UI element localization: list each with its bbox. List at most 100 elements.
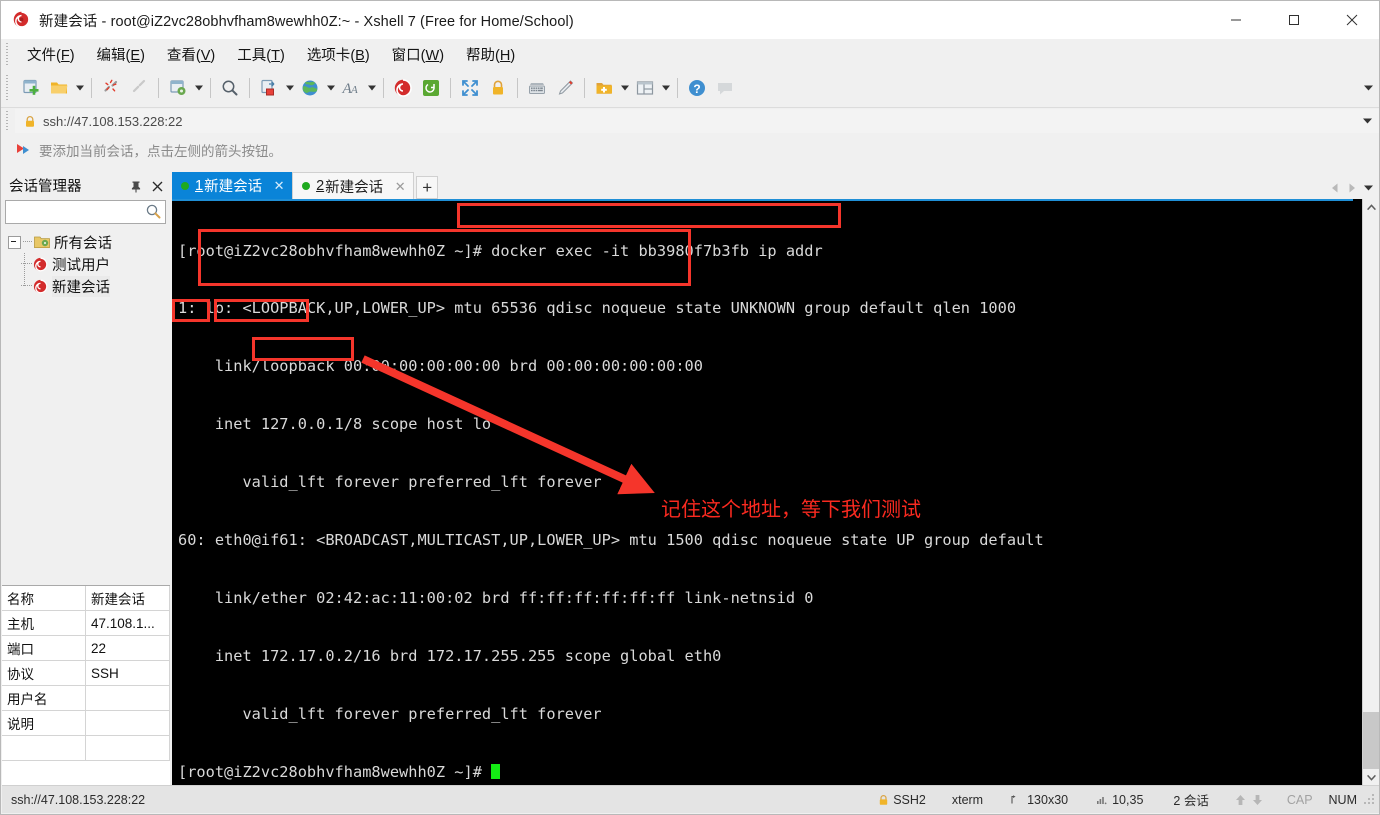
- find-icon[interactable]: [216, 73, 244, 103]
- file-transfer-dropdown-icon[interactable]: [283, 73, 296, 103]
- menu-tools[interactable]: 工具(T): [226, 40, 296, 69]
- close-button[interactable]: [1323, 1, 1379, 39]
- tab-number: 2: [316, 178, 325, 194]
- menu-tabs[interactable]: 选项卡(B): [296, 40, 381, 69]
- prop-key: 端口: [2, 635, 86, 661]
- svg-text:?: ?: [693, 82, 700, 96]
- terminal-line: inet 127.0.0.1/8 scope host lo: [178, 415, 492, 434]
- status-protocol-label: SSH2: [893, 792, 926, 807]
- lock-icon[interactable]: [484, 73, 512, 103]
- maximize-button[interactable]: [1265, 1, 1323, 39]
- tab-scroll-right-icon[interactable]: [1344, 179, 1359, 196]
- search-icon[interactable]: [145, 203, 162, 225]
- xftp-icon[interactable]: [417, 73, 445, 103]
- menu-drag-grip[interactable]: [4, 43, 12, 65]
- address-dropdown-icon[interactable]: [1363, 109, 1372, 133]
- session-properties-icon[interactable]: [164, 73, 192, 103]
- help-icon[interactable]: ?: [683, 73, 711, 103]
- session-search-box[interactable]: [5, 200, 188, 225]
- tab-bar: 1 新建会话 ✕ 2 新建会话 ✕ +: [172, 172, 1379, 199]
- address-field[interactable]: ssh://47.108.153.228:22: [15, 109, 1379, 133]
- status-size-label: 130x30: [1027, 792, 1069, 807]
- prop-value: 22: [85, 635, 170, 661]
- status-connection: ssh://47.108.153.228:22: [11, 792, 146, 807]
- tab-session-2[interactable]: 2 新建会话 ✕: [292, 172, 415, 199]
- close-icon[interactable]: [149, 177, 165, 195]
- file-transfer-icon[interactable]: [255, 73, 283, 103]
- title-bar: 新建会话 - root@iZ2vc28obhvfham8wewhh0Z:~ - …: [1, 1, 1379, 39]
- new-session-icon[interactable]: [17, 73, 45, 103]
- menu-window[interactable]: 窗口(W): [381, 40, 455, 69]
- tree-root-label: 所有会话: [54, 235, 112, 252]
- prop-value: [85, 685, 170, 711]
- add-folder-dropdown-icon[interactable]: [618, 73, 631, 103]
- tab-list-dropdown-icon[interactable]: [1361, 179, 1376, 196]
- window-title: 新建会话 - root@iZ2vc28obhvfham8wewhh0Z:~ - …: [39, 13, 574, 30]
- tab-close-icon[interactable]: ✕: [272, 179, 286, 193]
- tab-number: 1: [195, 177, 204, 194]
- status-protocol: SSH2: [878, 793, 926, 807]
- status-cap: CAP: [1286, 792, 1313, 807]
- terminal-scrollbar[interactable]: [1362, 199, 1379, 786]
- minimize-button[interactable]: [1207, 1, 1265, 39]
- menu-window-key: W: [425, 47, 440, 64]
- tab-close-icon[interactable]: ✕: [393, 179, 407, 193]
- prop-key-empty: [2, 735, 86, 761]
- toolbar-overflow-button[interactable]: [1361, 79, 1375, 97]
- address-bar: ssh://47.108.153.228:22: [1, 108, 1379, 134]
- layout-icon[interactable]: [631, 73, 659, 103]
- reconnect-icon[interactable]: [125, 73, 153, 103]
- menu-tools-key: T: [271, 47, 280, 64]
- status-term-type: xterm: [951, 792, 984, 807]
- comment-icon[interactable]: [711, 73, 739, 103]
- menu-tools-label: 工具: [237, 47, 267, 64]
- terminal-line: valid_lft forever preferred_lft forever: [178, 704, 602, 723]
- scroll-down-icon[interactable]: [1363, 769, 1379, 786]
- menu-help-key: H: [499, 47, 511, 64]
- menu-edit[interactable]: 编辑(E): [86, 40, 156, 69]
- tab-scroll-left-icon[interactable]: [1327, 179, 1342, 196]
- pin-icon[interactable]: [128, 177, 144, 195]
- lock-icon: [24, 115, 36, 128]
- tab-navigation: [1327, 179, 1376, 196]
- main-toolbar: A A ?: [1, 69, 1379, 108]
- tab-session-1[interactable]: 1 新建会话 ✕: [172, 172, 293, 199]
- session-properties-dropdown-icon[interactable]: [192, 73, 205, 103]
- menu-file[interactable]: 文件(F): [16, 40, 86, 69]
- disconnect-icon[interactable]: [97, 73, 125, 103]
- menu-edit-key: E: [130, 47, 141, 64]
- tree-root-all-sessions[interactable]: 所有会话: [8, 231, 170, 253]
- session-icon: [33, 279, 48, 294]
- open-folder-icon[interactable]: [45, 73, 73, 103]
- address-drag-grip[interactable]: [4, 111, 12, 131]
- keyboard-icon[interactable]: [523, 73, 551, 103]
- session-item-new-session[interactable]: 新建会话: [19, 275, 170, 297]
- add-folder-icon[interactable]: [590, 73, 618, 103]
- scroll-up-icon[interactable]: [1363, 199, 1379, 216]
- prop-key: 主机: [2, 610, 86, 636]
- menu-view[interactable]: 查看(V): [156, 40, 226, 69]
- xshell-icon[interactable]: [389, 73, 417, 103]
- font-dropdown-icon[interactable]: [365, 73, 378, 103]
- highlight-icon[interactable]: [551, 73, 579, 103]
- menu-help[interactable]: 帮助(H): [455, 40, 526, 69]
- table-row: 说明: [2, 710, 170, 736]
- terminal-line: valid_lft forever preferred_lft forever: [178, 473, 602, 492]
- menu-tabs-label: 选项卡: [306, 47, 351, 64]
- open-folder-dropdown-icon[interactable]: [73, 73, 86, 103]
- new-tab-button[interactable]: +: [416, 176, 439, 199]
- xshell-app-icon: [13, 11, 31, 29]
- globe-icon[interactable]: [296, 73, 324, 103]
- resize-grip[interactable]: [1363, 792, 1377, 807]
- font-icon[interactable]: A A: [337, 73, 365, 103]
- scrollbar-thumb[interactable]: [1363, 712, 1379, 769]
- collapse-icon[interactable]: [8, 235, 21, 249]
- toolbar-drag-grip[interactable]: [4, 75, 12, 101]
- prop-value: [85, 710, 170, 736]
- globe-dropdown-icon[interactable]: [324, 73, 337, 103]
- layout-dropdown-icon[interactable]: [659, 73, 672, 103]
- terminal-prompt-text: [root@iZ2vc28obhvfham8wewhh0Z ~]#: [178, 762, 492, 781]
- toolbar-separator: [677, 78, 678, 98]
- fullscreen-icon[interactable]: [456, 73, 484, 103]
- session-item-test-user[interactable]: 测试用户: [19, 253, 170, 275]
